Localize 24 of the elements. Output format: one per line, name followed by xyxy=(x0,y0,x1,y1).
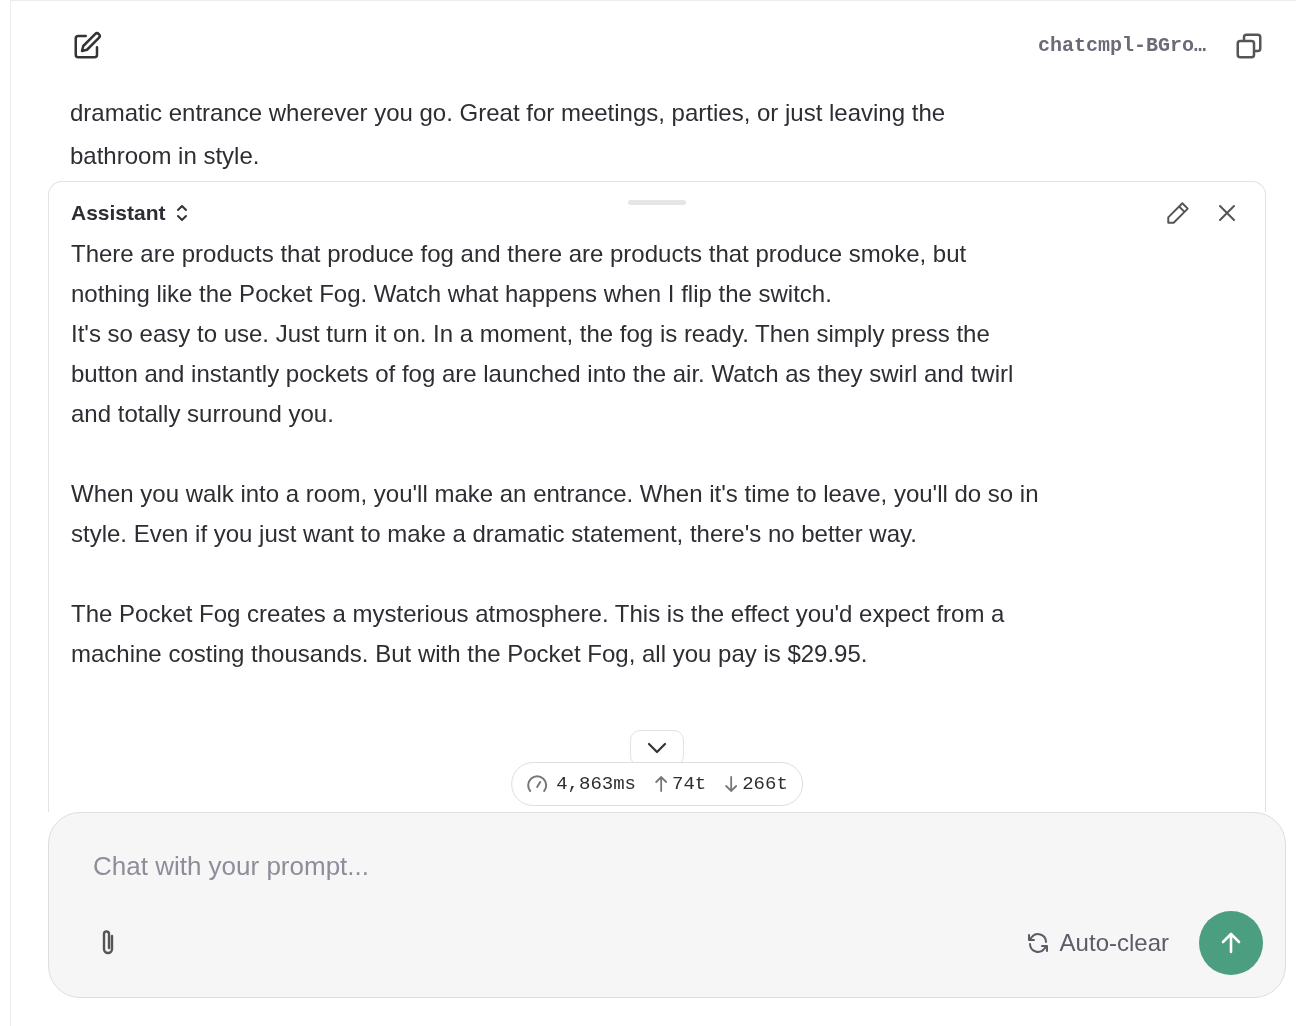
message-text: There are products that produce fog and there are products that produce smoke, but xyxy=(71,239,968,269)
message-text: The Pocket Fog creates a mysterious atmosphere. This is the effect you'd expect from a xyxy=(71,599,1006,629)
chat-input[interactable]: Chat with your prompt... xyxy=(93,847,1263,886)
message-text: button and instantly pockets of fog are launched into the air. Watch as they swirl and twirl xyxy=(71,359,1015,389)
message-text: and totally surround you. xyxy=(71,399,335,429)
input-tokens-text: 74t xyxy=(672,771,707,797)
message-text: It's so easy to use. Just turn it on. In a moment, the fog is ready. Then simply press the xyxy=(71,319,991,349)
message-text: bathroom in style. xyxy=(70,141,261,171)
arrow-down-icon xyxy=(724,774,739,793)
message-text: style. Even if you just want to make a dramatic statement, there's no better way. xyxy=(71,519,918,549)
arrow-up-icon xyxy=(654,774,668,793)
sync-icon xyxy=(1025,931,1050,955)
message-text: When you walk into a room, you'll make an entrance. When it's time to leave, you'll do so in xyxy=(71,479,1040,509)
auto-clear-button[interactable]: Auto-clear xyxy=(1019,924,1175,962)
latency-text: 4,863ms xyxy=(556,771,636,797)
message-text: nothing like the Pocket Fog. Watch what happens when I flip the switch. xyxy=(71,279,833,309)
completion-id: chatcmpl-BGro… xyxy=(1037,33,1206,59)
message-text: machine costing thousands. But with the Pocket Fog, all you pay is $29.95. xyxy=(71,639,869,669)
message-text: dramatic entrance wherever you go. Great for meetings, parties, or just leaving the xyxy=(70,98,947,128)
chevron-down-icon xyxy=(646,741,668,755)
output-tokens-text: 266t xyxy=(742,771,788,797)
role-selector[interactable]: Assistant xyxy=(71,197,190,229)
gauge-icon xyxy=(526,773,549,794)
drag-handle[interactable] xyxy=(628,200,686,205)
